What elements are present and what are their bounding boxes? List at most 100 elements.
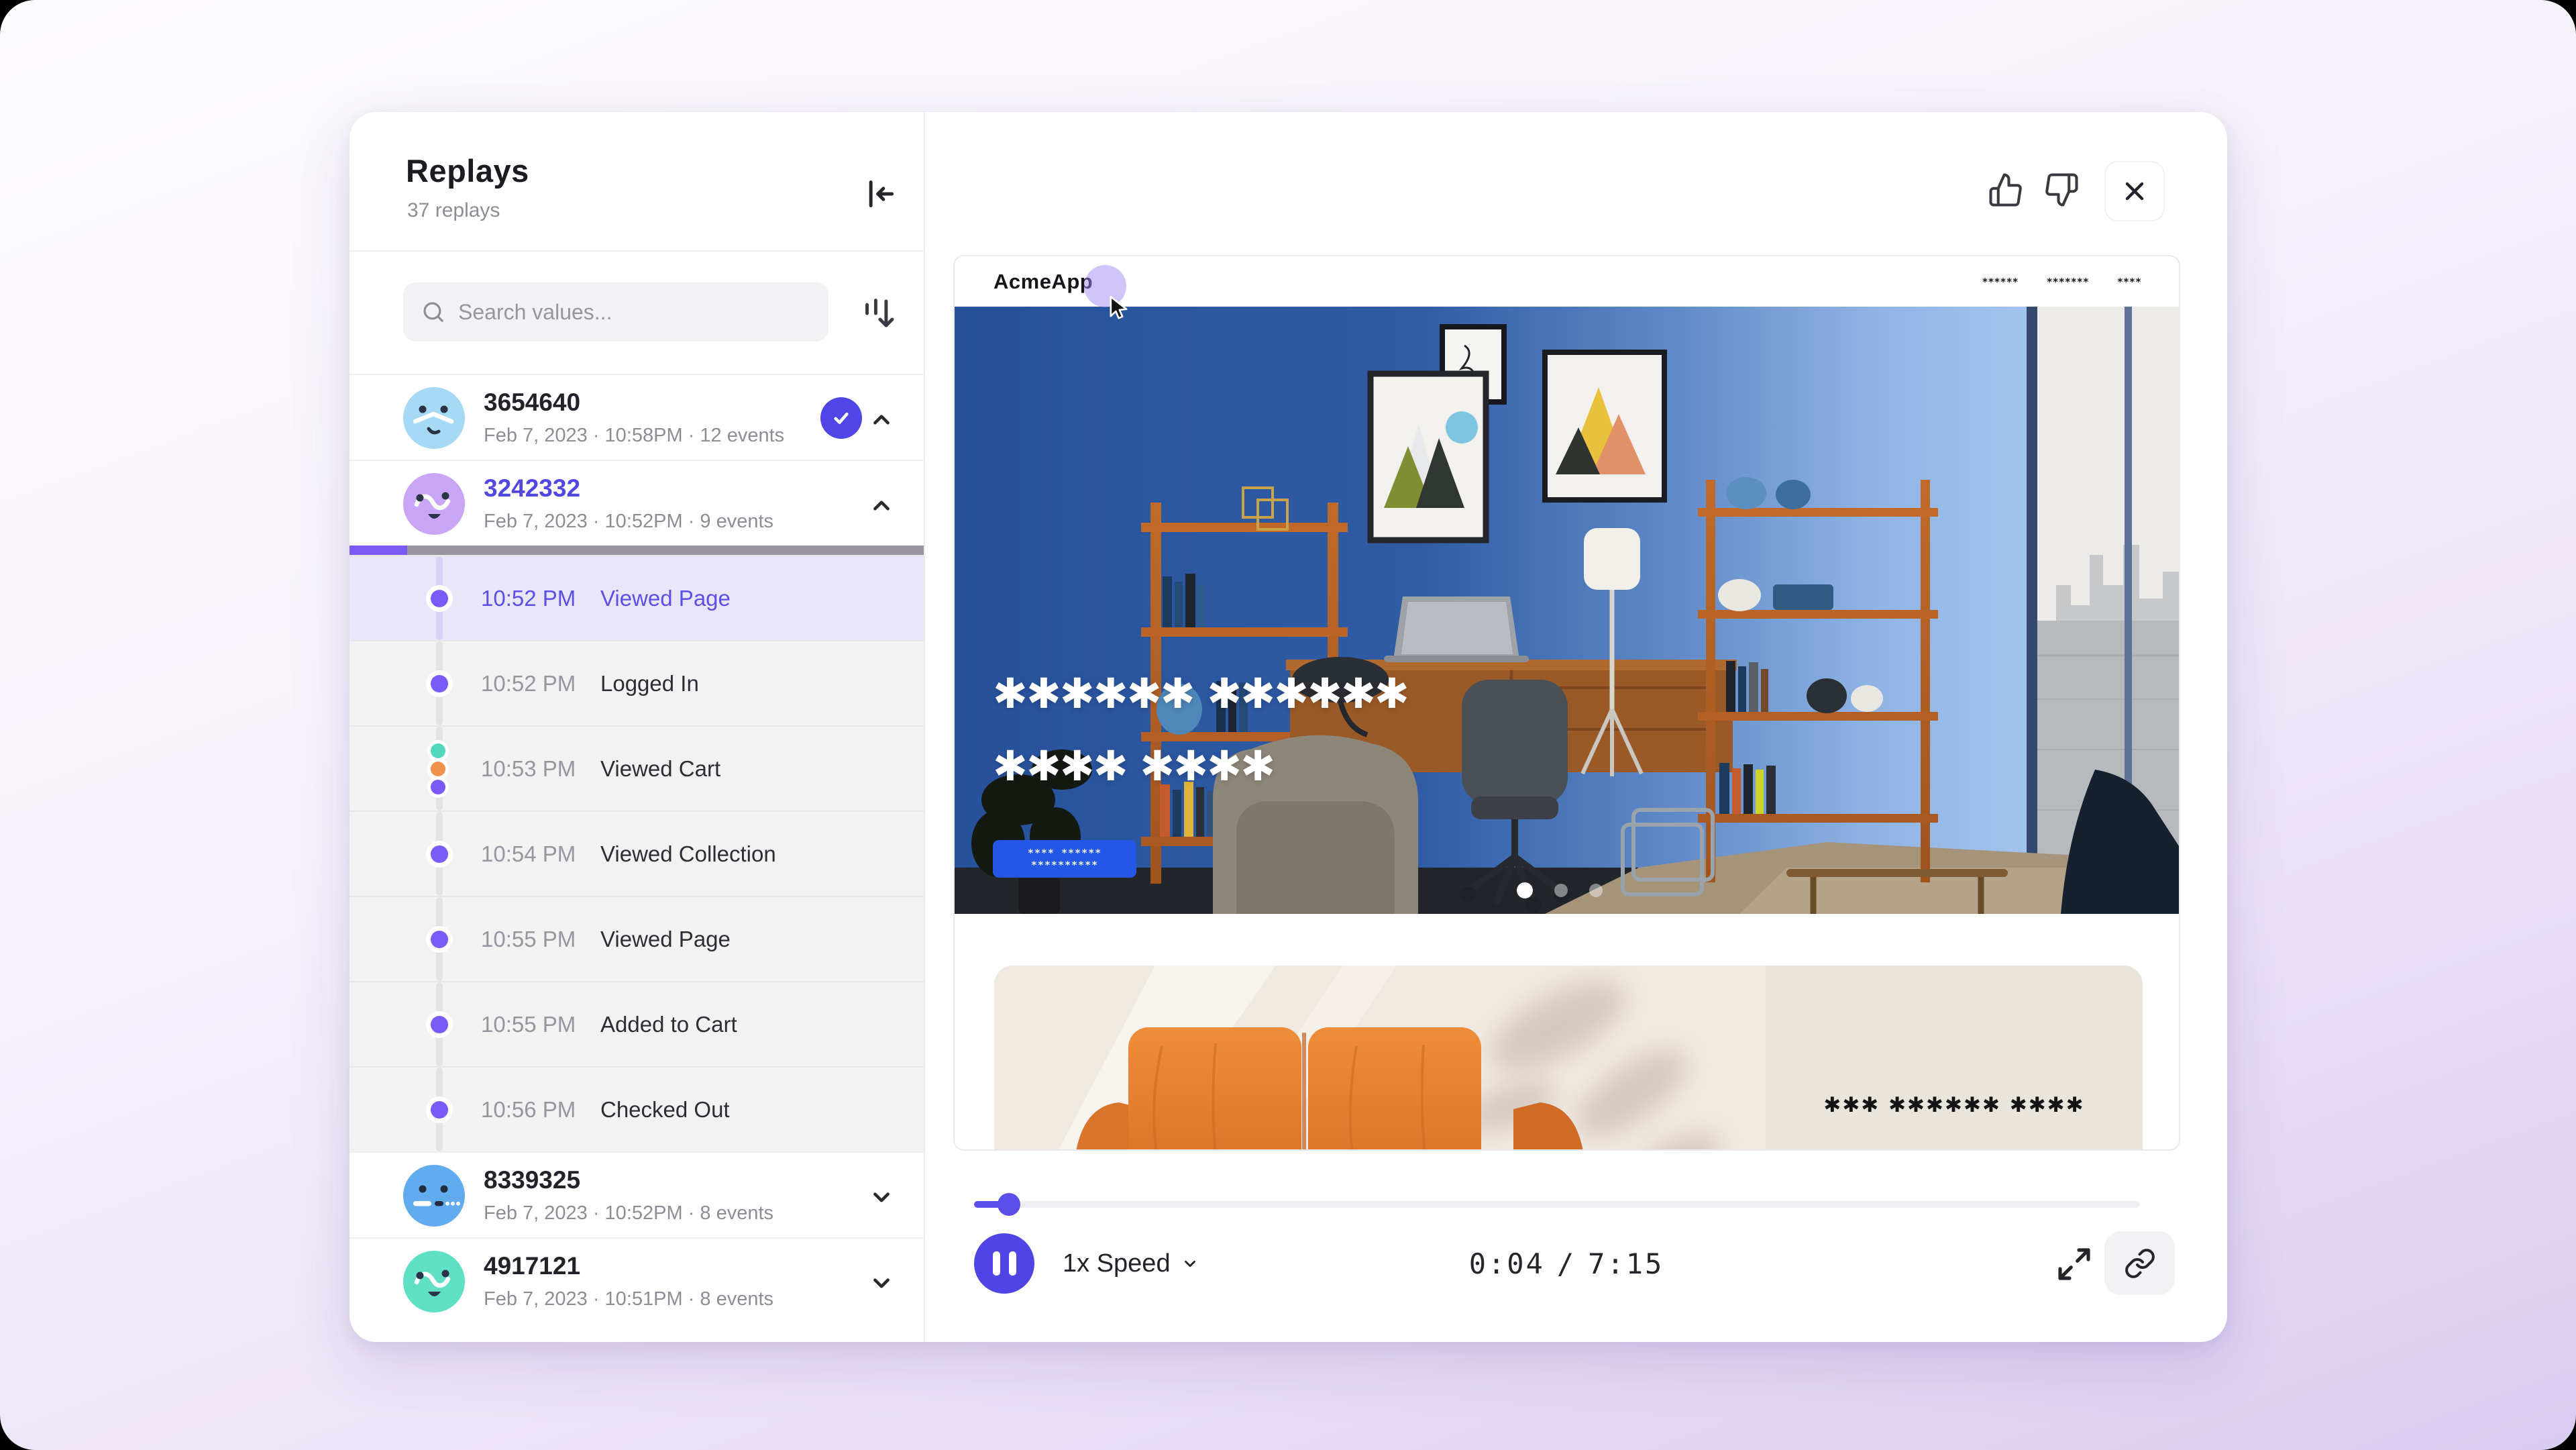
playback-scrubber-handle[interactable]: [998, 1193, 1020, 1216]
avatar: [403, 473, 465, 535]
session-id: 8339325: [484, 1166, 580, 1194]
event-time: 10:56 PM: [481, 1097, 576, 1123]
nav-item-redacted: *******: [2047, 276, 2089, 288]
event-dot: [431, 590, 448, 607]
event-row[interactable]: 10:56 PM Checked Out: [350, 1066, 924, 1151]
thumbs-up-button[interactable]: [1988, 171, 2025, 209]
close-player-button[interactable]: [2104, 161, 2165, 221]
product-caption-redacted: ✱✱✱ ✱✱✱✱✱✱ ✱✱✱✱: [1766, 1093, 2143, 1117]
page-title: Replays: [406, 152, 529, 189]
expand-session-button[interactable]: [867, 1182, 897, 1212]
site-logo: AcmeApp: [994, 256, 1093, 307]
chevron-up-icon: [867, 491, 897, 519]
hero-subheadline-redacted: ✱✱✱✱ ✱✱✱✱: [993, 745, 1274, 787]
thumbs-up-icon: [1988, 172, 2025, 208]
session-id: 3242332: [484, 474, 580, 503]
event-dot: [431, 762, 445, 776]
chevron-down-icon: [867, 1183, 897, 1211]
event-time: 10:54 PM: [481, 841, 576, 867]
event-row[interactable]: 10:55 PM Added to Cart: [350, 981, 924, 1066]
event-dot: [431, 931, 448, 948]
site-section: ✱✱✱ ✱✱✱✱✱✱ ✱✱✱✱: [955, 914, 2179, 1151]
event-dot: [431, 743, 445, 758]
event-time: 10:52 PM: [481, 671, 576, 696]
event-label: Viewed Collection: [600, 841, 776, 867]
expand-icon: [2055, 1245, 2094, 1283]
expand-session-button[interactable]: [867, 1268, 897, 1298]
collapse-left-icon: [861, 175, 901, 213]
event-dot: [431, 845, 448, 863]
session-id: 3654640: [484, 389, 580, 417]
event-time: 10:52 PM: [481, 586, 576, 611]
event-label: Checked Out: [600, 1097, 730, 1123]
hero-headline-redacted: ✱✱✱✱✱✱ ✱✱✱✱✱✱: [993, 673, 1408, 715]
playback-progress-bar[interactable]: [974, 1201, 2140, 1208]
hero-banner: ✱✱✱✱✱✱ ✱✱✱✱✱✱ ✱✱✱✱ ✱✱✱✱ **** ****** ****…: [955, 307, 2180, 914]
event-time: 10:55 PM: [481, 927, 576, 952]
event-label: Viewed Page: [600, 927, 731, 952]
event-row[interactable]: 10:53 PM Viewed Cart: [350, 725, 924, 811]
chevron-down-icon: [867, 1269, 897, 1297]
avatar: [403, 1165, 465, 1227]
session-row[interactable]: 3654640 Feb 7, 2023 · 10:58PM · 12 event…: [350, 374, 924, 460]
link-icon: [2124, 1247, 2156, 1280]
site-topbar: AcmeApp ****** ******* ****: [955, 256, 2179, 307]
product-card[interactable]: ✱✱✱ ✱✱✱✱✱✱ ✱✱✱✱: [994, 966, 2143, 1151]
carousel-dot[interactable]: [1554, 884, 1568, 897]
event-timeline: 10:52 PM Viewed Page 10:52 PM Logged In: [350, 555, 924, 1151]
search-input[interactable]: [458, 300, 811, 325]
event-row-selected[interactable]: 10:52 PM Viewed Page: [350, 555, 924, 640]
speed-label: 1x Speed: [1063, 1249, 1171, 1278]
event-time: 10:53 PM: [481, 756, 576, 782]
collapse-sidebar-button[interactable]: [861, 174, 901, 214]
thumbs-down-button[interactable]: [2043, 171, 2081, 209]
event-row[interactable]: 10:52 PM Logged In: [350, 640, 924, 725]
avatar: [403, 387, 465, 449]
pause-button[interactable]: [974, 1233, 1034, 1294]
fullscreen-button[interactable]: [2055, 1245, 2094, 1284]
session-progress-fill: [350, 546, 407, 555]
watched-check-badge: [820, 397, 862, 439]
cursor-pointer-icon: [1105, 294, 1132, 321]
product-info-panel: ✱✱✱ ✱✱✱✱✱✱ ✱✱✱✱: [1766, 966, 2143, 1151]
replays-sidebar: Replays 37 replays: [350, 112, 925, 1342]
replay-viewport: AcmeApp ****** ******* ****: [953, 255, 2180, 1151]
sort-filter-button[interactable]: [857, 292, 900, 335]
collapse-session-button[interactable]: [867, 490, 897, 520]
session-row[interactable]: 8339325 Feb 7, 2023 · 10:52PM · 8 events: [350, 1151, 924, 1237]
event-dot: [431, 780, 445, 794]
time-separator: /: [1557, 1247, 1576, 1280]
hero-room-photo: [955, 307, 2180, 914]
replay-app-window: Replays 37 replays: [350, 112, 2227, 1342]
search-icon: [421, 299, 446, 325]
session-row-selected[interactable]: 3242332 Feb 7, 2023 · 10:52PM · 9 events: [350, 460, 924, 546]
pause-icon: [993, 1251, 1000, 1276]
pause-icon: [1009, 1251, 1016, 1276]
carousel-dot[interactable]: [1517, 882, 1533, 898]
event-row[interactable]: 10:54 PM Viewed Collection: [350, 811, 924, 896]
collapse-session-button[interactable]: [867, 405, 897, 434]
search-box[interactable]: [403, 282, 828, 342]
event-label: Viewed Page: [600, 586, 731, 611]
close-icon: [2120, 176, 2149, 206]
playback-speed-selector[interactable]: 1x Speed: [1063, 1233, 1199, 1294]
avatar: [403, 1251, 465, 1312]
event-label: Logged In: [600, 671, 699, 696]
session-playback-progress[interactable]: [350, 546, 924, 555]
session-row[interactable]: 4917121 Feb 7, 2023 · 10:51PM · 8 events: [350, 1237, 924, 1323]
desktop-background: Replays 37 replays: [0, 0, 2576, 1450]
event-label: Added to Cart: [600, 1012, 737, 1037]
check-icon: [828, 405, 855, 431]
chevron-up-icon: [867, 405, 897, 433]
event-dot: [431, 1016, 448, 1033]
session-id: 4917121: [484, 1252, 580, 1280]
hero-cta-button[interactable]: **** ****** **********: [993, 840, 1136, 878]
session-meta: Feb 7, 2023 · 10:51PM · 8 events: [484, 1288, 773, 1310]
session-meta: Feb 7, 2023 · 10:52PM · 8 events: [484, 1202, 773, 1225]
copy-link-button[interactable]: [2104, 1231, 2175, 1295]
total-duration: 7:15: [1588, 1247, 1664, 1280]
product-photo-sofa: [994, 966, 1766, 1151]
event-dot: [431, 675, 448, 692]
event-row[interactable]: 10:55 PM Viewed Page: [350, 896, 924, 981]
carousel-dot[interactable]: [1589, 884, 1603, 897]
